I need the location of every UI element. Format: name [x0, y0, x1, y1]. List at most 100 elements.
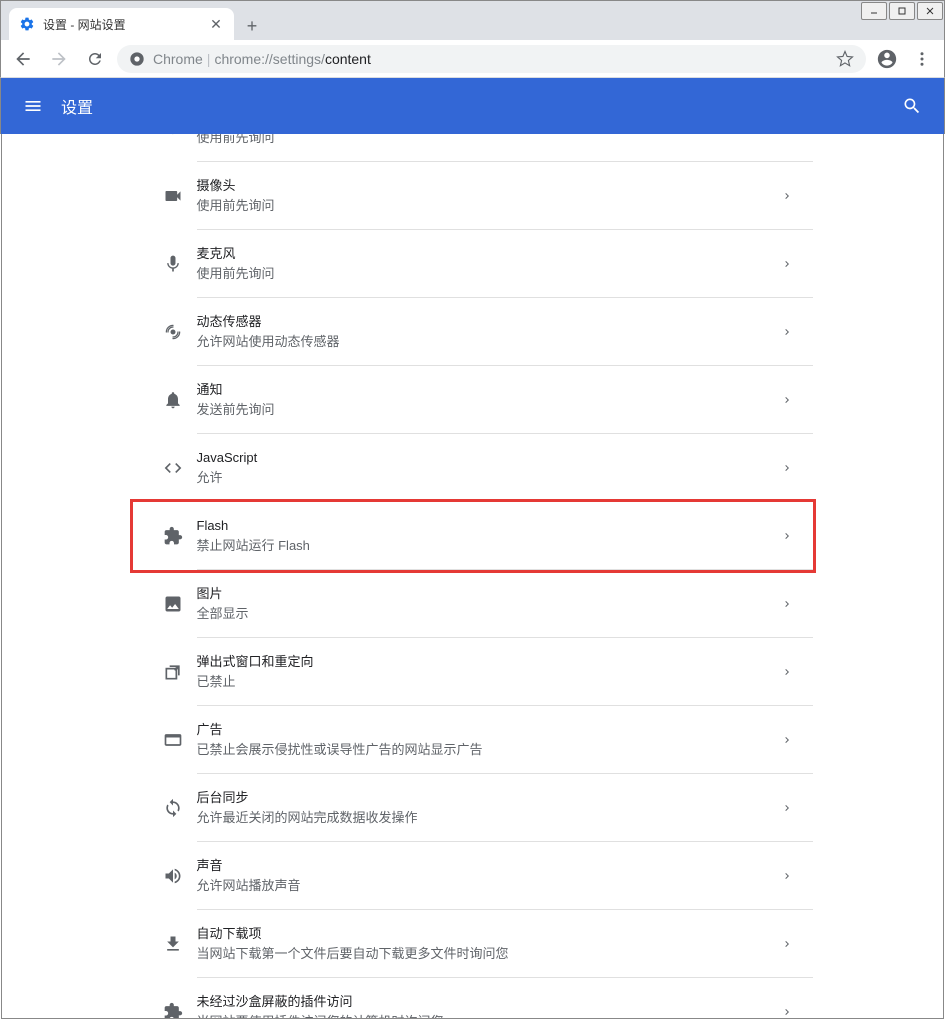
plugin-icon — [153, 1002, 193, 1018]
setting-title: 动态传感器 — [197, 312, 781, 332]
setting-row-javascript[interactable]: JavaScript 允许 — [133, 434, 813, 502]
setting-text: Flash 禁止网站运行 Flash — [197, 516, 781, 556]
setting-text: 通知 发送前先询问 — [197, 380, 781, 420]
setting-row-ads[interactable]: 广告 已禁止会展示侵扰性或误导性广告的网站显示广告 — [133, 706, 813, 774]
tab-bar: 设置 - 网站设置 ✕ + — [0, 0, 945, 40]
forward-button[interactable] — [45, 45, 73, 73]
chevron-right-icon — [781, 870, 793, 882]
plugin-icon — [153, 526, 193, 546]
setting-row-images[interactable]: 图片 全部显示 — [133, 570, 813, 638]
setting-text: 弹出式窗口和重定向 已禁止 — [197, 652, 781, 692]
setting-title: 图片 — [197, 584, 781, 604]
setting-subtitle: 当网站要使用插件访问您的计算机时询问您 — [197, 1012, 781, 1018]
setting-subtitle: 使用前先询问 — [197, 264, 781, 284]
setting-row-location[interactable]: 位置信息 使用前先询问 — [133, 134, 813, 162]
setting-row-motion-sensors[interactable]: 动态传感器 允许网站使用动态传感器 — [133, 298, 813, 366]
bookmark-star-icon[interactable] — [836, 50, 854, 68]
setting-subtitle: 使用前先询问 — [197, 134, 781, 148]
new-tab-button[interactable]: + — [238, 12, 266, 40]
search-icon[interactable] — [900, 94, 924, 118]
address-bar[interactable]: Chrome|chrome://settings/content — [117, 45, 866, 73]
chevron-right-icon — [781, 938, 793, 950]
location-icon — [153, 134, 193, 136]
setting-text: 图片 全部显示 — [197, 584, 781, 624]
setting-subtitle: 已禁止会展示侵扰性或误导性广告的网站显示广告 — [197, 740, 781, 760]
setting-subtitle: 允许最近关闭的网站完成数据收发操作 — [197, 808, 781, 828]
profile-avatar-icon[interactable] — [874, 46, 900, 72]
setting-row-background-sync[interactable]: 后台同步 允许最近关闭的网站完成数据收发操作 — [133, 774, 813, 842]
setting-title: 弹出式窗口和重定向 — [197, 652, 781, 672]
sensor-icon — [153, 322, 193, 342]
setting-row-unsandboxed-plugins[interactable]: 未经过沙盒屏蔽的插件访问 当网站要使用插件访问您的计算机时询问您 — [133, 978, 813, 1018]
setting-row-notifications[interactable]: 通知 发送前先询问 — [133, 366, 813, 434]
setting-title: 广告 — [197, 720, 781, 740]
download-icon — [153, 934, 193, 954]
browser-toolbar: Chrome|chrome://settings/content — [0, 40, 945, 78]
chevron-right-icon — [781, 530, 793, 542]
setting-row-microphone[interactable]: 麦克风 使用前先询问 — [133, 230, 813, 298]
setting-text: 麦克风 使用前先询问 — [197, 244, 781, 284]
setting-title: 后台同步 — [197, 788, 781, 808]
bell-icon — [153, 390, 193, 410]
scroll-container[interactable]: 位置信息 使用前先询问 摄像头 使用前先询问 麦克风 使用前先询问 — [2, 134, 943, 1018]
chevron-right-icon — [781, 394, 793, 406]
setting-subtitle: 已禁止 — [197, 672, 781, 692]
chevron-right-icon — [781, 326, 793, 338]
setting-row-flash[interactable]: Flash 禁止网站运行 Flash — [130, 499, 816, 573]
setting-subtitle: 全部显示 — [197, 604, 781, 624]
settings-list: 位置信息 使用前先询问 摄像头 使用前先询问 麦克风 使用前先询问 — [133, 134, 813, 1018]
content-area: 位置信息 使用前先询问 摄像头 使用前先询问 麦克风 使用前先询问 — [1, 134, 944, 1019]
setting-subtitle: 发送前先询问 — [197, 400, 781, 420]
window-controls — [861, 2, 943, 20]
setting-text: 未经过沙盒屏蔽的插件访问 当网站要使用插件访问您的计算机时询问您 — [197, 992, 781, 1018]
settings-title: 设置 — [61, 94, 900, 118]
settings-header: 设置 — [0, 78, 945, 134]
browser-tab[interactable]: 设置 - 网站设置 ✕ — [9, 8, 234, 40]
chevron-right-icon — [781, 462, 793, 474]
setting-title: Flash — [197, 516, 781, 536]
setting-subtitle: 当网站下载第一个文件后要自动下载更多文件时询问您 — [197, 944, 781, 964]
tab-title: 设置 - 网站设置 — [43, 16, 200, 33]
setting-subtitle: 允许网站使用动态传感器 — [197, 332, 781, 352]
setting-row-camera[interactable]: 摄像头 使用前先询问 — [133, 162, 813, 230]
setting-text: 声音 允许网站播放声音 — [197, 856, 781, 896]
menu-hamburger-icon[interactable] — [21, 94, 45, 118]
chevron-right-icon — [781, 258, 793, 270]
setting-subtitle: 允许网站播放声音 — [197, 876, 781, 896]
setting-text: 后台同步 允许最近关闭的网站完成数据收发操作 — [197, 788, 781, 828]
chrome-icon — [129, 51, 145, 67]
setting-title: 通知 — [197, 380, 781, 400]
code-icon — [153, 458, 193, 478]
microphone-icon — [153, 254, 193, 274]
setting-text: 自动下载项 当网站下载第一个文件后要自动下载更多文件时询问您 — [197, 924, 781, 964]
minimize-button[interactable] — [861, 2, 887, 20]
chevron-right-icon — [781, 802, 793, 814]
setting-text: 广告 已禁止会展示侵扰性或误导性广告的网站显示广告 — [197, 720, 781, 760]
chevron-right-icon — [781, 190, 793, 202]
setting-row-popups[interactable]: 弹出式窗口和重定向 已禁止 — [133, 638, 813, 706]
sound-icon — [153, 866, 193, 886]
image-icon — [153, 594, 193, 614]
sync-icon — [153, 798, 193, 818]
setting-title: 声音 — [197, 856, 781, 876]
setting-text: 摄像头 使用前先询问 — [197, 176, 781, 216]
setting-subtitle: 禁止网站运行 Flash — [197, 536, 781, 556]
tab-favicon-settings-icon — [19, 16, 35, 32]
chevron-right-icon — [781, 666, 793, 678]
setting-title: 麦克风 — [197, 244, 781, 264]
tab-close-icon[interactable]: ✕ — [208, 16, 224, 32]
setting-row-sound[interactable]: 声音 允许网站播放声音 — [133, 842, 813, 910]
chevron-right-icon — [781, 1006, 793, 1018]
setting-text: JavaScript 允许 — [197, 448, 781, 488]
setting-row-auto-download[interactable]: 自动下载项 当网站下载第一个文件后要自动下载更多文件时询问您 — [133, 910, 813, 978]
ads-icon — [153, 730, 193, 750]
popup-icon — [153, 662, 193, 682]
camera-icon — [153, 186, 193, 206]
back-button[interactable] — [9, 45, 37, 73]
setting-text: 位置信息 使用前先询问 — [197, 134, 781, 148]
reload-button[interactable] — [81, 45, 109, 73]
maximize-button[interactable] — [889, 2, 915, 20]
setting-title: 未经过沙盒屏蔽的插件访问 — [197, 992, 781, 1012]
browser-menu-button[interactable] — [908, 45, 936, 73]
close-window-button[interactable] — [917, 2, 943, 20]
